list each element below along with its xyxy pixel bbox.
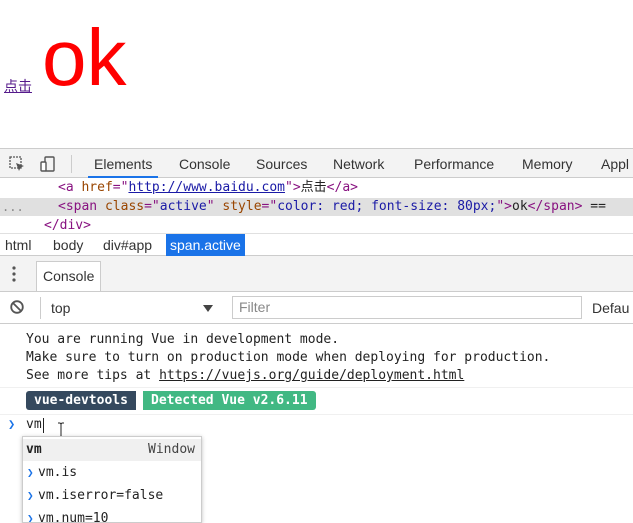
tab-sources[interactable]: Sources <box>256 149 307 178</box>
tag-end: </div> <box>44 218 91 233</box>
page-content: 点击 ok <box>0 0 633 148</box>
chevron-right-icon: ❯ <box>27 466 34 479</box>
devtools-toolbar: Elements Console Sources Network Perform… <box>0 148 633 178</box>
context-selector-value: top <box>51 300 71 316</box>
chevron-down-icon <box>203 305 213 312</box>
toolbar-separator <box>71 155 72 173</box>
tag-end: </a> <box>326 180 358 195</box>
autocomplete-item-label: vm.is <box>38 465 78 480</box>
autocomplete-popup: vm Window ❯ vm.is ❯ vm.iserror=false ❯ v… <box>22 436 202 523</box>
prompt-chevron-icon: ❯ <box>8 417 16 431</box>
tab-memory[interactable]: Memory <box>522 149 573 178</box>
tab-application[interactable]: Appl <box>601 149 629 178</box>
attr-name: href <box>81 180 113 195</box>
dom-node-a[interactable]: <a href="http://www.baidu.com">点击</a> <box>0 179 633 197</box>
autocomplete-item[interactable]: ❯ vm.iserror=false <box>23 484 201 507</box>
console-message: See more tips at https://vuejs.org/guide… <box>26 367 464 385</box>
chevron-right-icon: ❯ <box>27 489 34 502</box>
baidu-link[interactable]: 点击 <box>4 76 32 96</box>
divider <box>0 387 633 388</box>
badge-detected-vue: Detected Vue v2.6.11 <box>143 391 316 410</box>
attr-value: color: red; font-size: 80px; <box>277 199 497 214</box>
node-text: 点击 <box>300 180 327 195</box>
tag-open: <span <box>58 199 105 214</box>
console-message-text: See more tips at <box>26 368 160 383</box>
tab-network[interactable]: Network <box>333 149 384 178</box>
breadcrumb-span-active[interactable]: span.active <box>166 234 245 256</box>
breadcrumb-div-app[interactable]: div#app <box>99 234 156 256</box>
console-toolbar: top Filter Defau <box>0 292 633 324</box>
autocomplete-header-text: vm <box>26 442 42 457</box>
inspect-element-icon[interactable] <box>9 156 25 172</box>
drawer-tab-bar: Console <box>0 256 633 292</box>
console-message: You are running Vue in development mode. <box>26 332 340 347</box>
tab-console[interactable]: Console <box>179 149 230 178</box>
clear-console-icon[interactable] <box>10 300 24 314</box>
tag-close: "> <box>496 199 512 214</box>
tag-close: "> <box>285 180 301 195</box>
node-actions-dots[interactable]: ... <box>2 198 24 216</box>
node-text: ok <box>512 199 528 214</box>
tab-elements[interactable]: Elements <box>88 149 159 178</box>
autocomplete-header-type: Window <box>148 442 195 457</box>
autocomplete-item[interactable]: ❯ vm.is <box>23 461 201 484</box>
tab-performance[interactable]: Performance <box>414 149 494 178</box>
attr-value: active <box>159 199 207 214</box>
autocomplete-header[interactable]: vm Window <box>23 439 201 461</box>
attr-name: class <box>104 199 145 214</box>
attr-name: style <box>222 199 262 214</box>
console-message: Make sure to turn on production mode whe… <box>26 350 551 365</box>
device-toolbar-icon[interactable] <box>40 156 56 172</box>
dom-node-span-selected[interactable]: ... <span class="active" style="color: r… <box>0 198 633 216</box>
filter-input[interactable]: Filter <box>232 296 582 319</box>
divider <box>0 414 633 415</box>
autocomplete-item-label: vm.iserror=false <box>38 488 164 503</box>
breadcrumb-html[interactable]: html <box>1 234 35 256</box>
attr-eq: =" <box>112 180 129 195</box>
breadcrumb: html body div#app span.active <box>0 233 633 256</box>
drawer-tab-console[interactable]: Console <box>36 261 102 291</box>
tag-open: <a <box>58 180 82 195</box>
log-levels-dropdown[interactable]: Defau <box>592 297 629 319</box>
elements-tree: <a href="http://www.baidu.com">点击</a> ..… <box>0 178 633 233</box>
tag-end: </span> <box>527 199 583 214</box>
dollar-zero-marker: == <box>590 199 606 214</box>
deployment-tips-link[interactable]: https://vuejs.org/guide/deployment.html <box>159 368 464 383</box>
context-selector[interactable]: top <box>40 297 220 319</box>
console-prompt-input[interactable]: vm <box>26 416 42 434</box>
more-options-icon[interactable] <box>12 265 16 283</box>
href-link[interactable]: http://www.baidu.com <box>128 180 285 195</box>
text-cursor <box>43 418 44 433</box>
badge-vue-devtools: vue-devtools <box>26 391 136 410</box>
breadcrumb-body[interactable]: body <box>49 234 87 256</box>
dom-node-div-close[interactable]: </div> <box>0 217 633 233</box>
ok-text: ok <box>42 13 127 102</box>
